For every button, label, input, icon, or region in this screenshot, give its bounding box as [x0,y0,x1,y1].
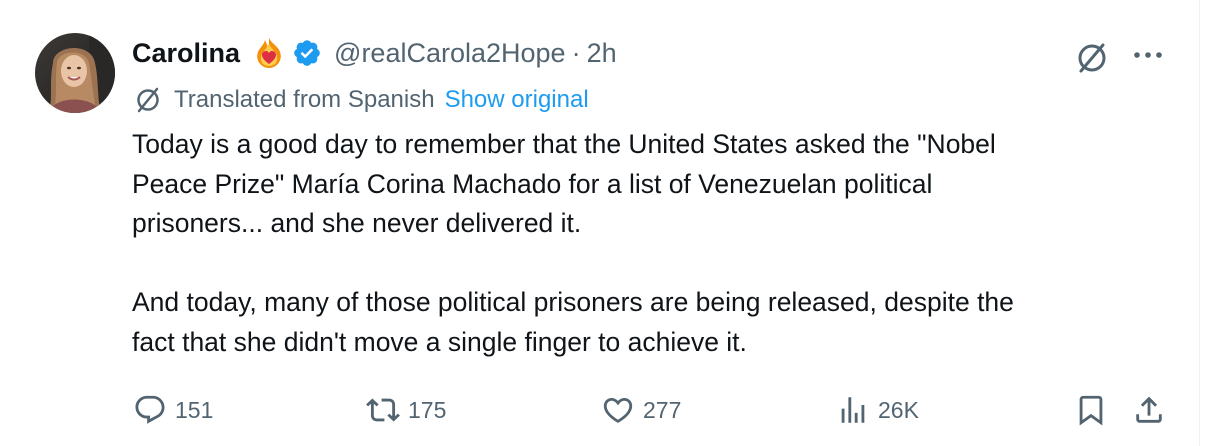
heart-icon [601,393,635,427]
like-button[interactable]: 277 [601,390,681,430]
grok-icon[interactable] [1072,38,1112,78]
repost-count: 175 [408,396,447,423]
avatar[interactable] [35,33,115,113]
repost-icon [366,393,400,427]
views-icon [836,393,870,427]
reply-icon [133,393,167,427]
separator-dot: · [571,37,581,68]
verified-badge-icon[interactable] [292,38,322,68]
tweet-text: Today is a good day to remember that the… [132,129,1014,357]
translated-label: Translated from Spanish [174,86,435,113]
views-count: 26K [878,396,919,423]
translation-notice: Translated from Spanish Show original [132,84,589,116]
post-time[interactable]: 2h [587,38,617,69]
tweet-card[interactable]: Carolina @realCarola2Hope · 2h Translate… [0,0,1200,446]
views-button[interactable]: 26K [836,390,919,430]
bookmark-icon [1074,393,1108,427]
grok-translate-icon [132,84,164,116]
show-original-link[interactable]: Show original [445,86,589,114]
repost-button[interactable]: 175 [366,390,446,430]
reply-button[interactable]: 151 [133,390,213,430]
like-count: 277 [643,396,682,423]
display-name[interactable]: Carolina [132,38,240,69]
author-handle[interactable]: @realCarola2Hope [334,38,566,69]
avatar-photo [35,33,115,113]
more-icon[interactable] [1128,40,1168,70]
share-button[interactable] [1132,390,1166,430]
heart-on-fire-icon [252,36,286,70]
share-icon [1132,393,1166,427]
action-bar: 151 175 277 26K [0,390,1200,430]
bookmark-button[interactable] [1074,390,1108,430]
tweet-header: Carolina @realCarola2Hope · 2h [132,34,617,72]
reply-count: 151 [175,396,214,423]
